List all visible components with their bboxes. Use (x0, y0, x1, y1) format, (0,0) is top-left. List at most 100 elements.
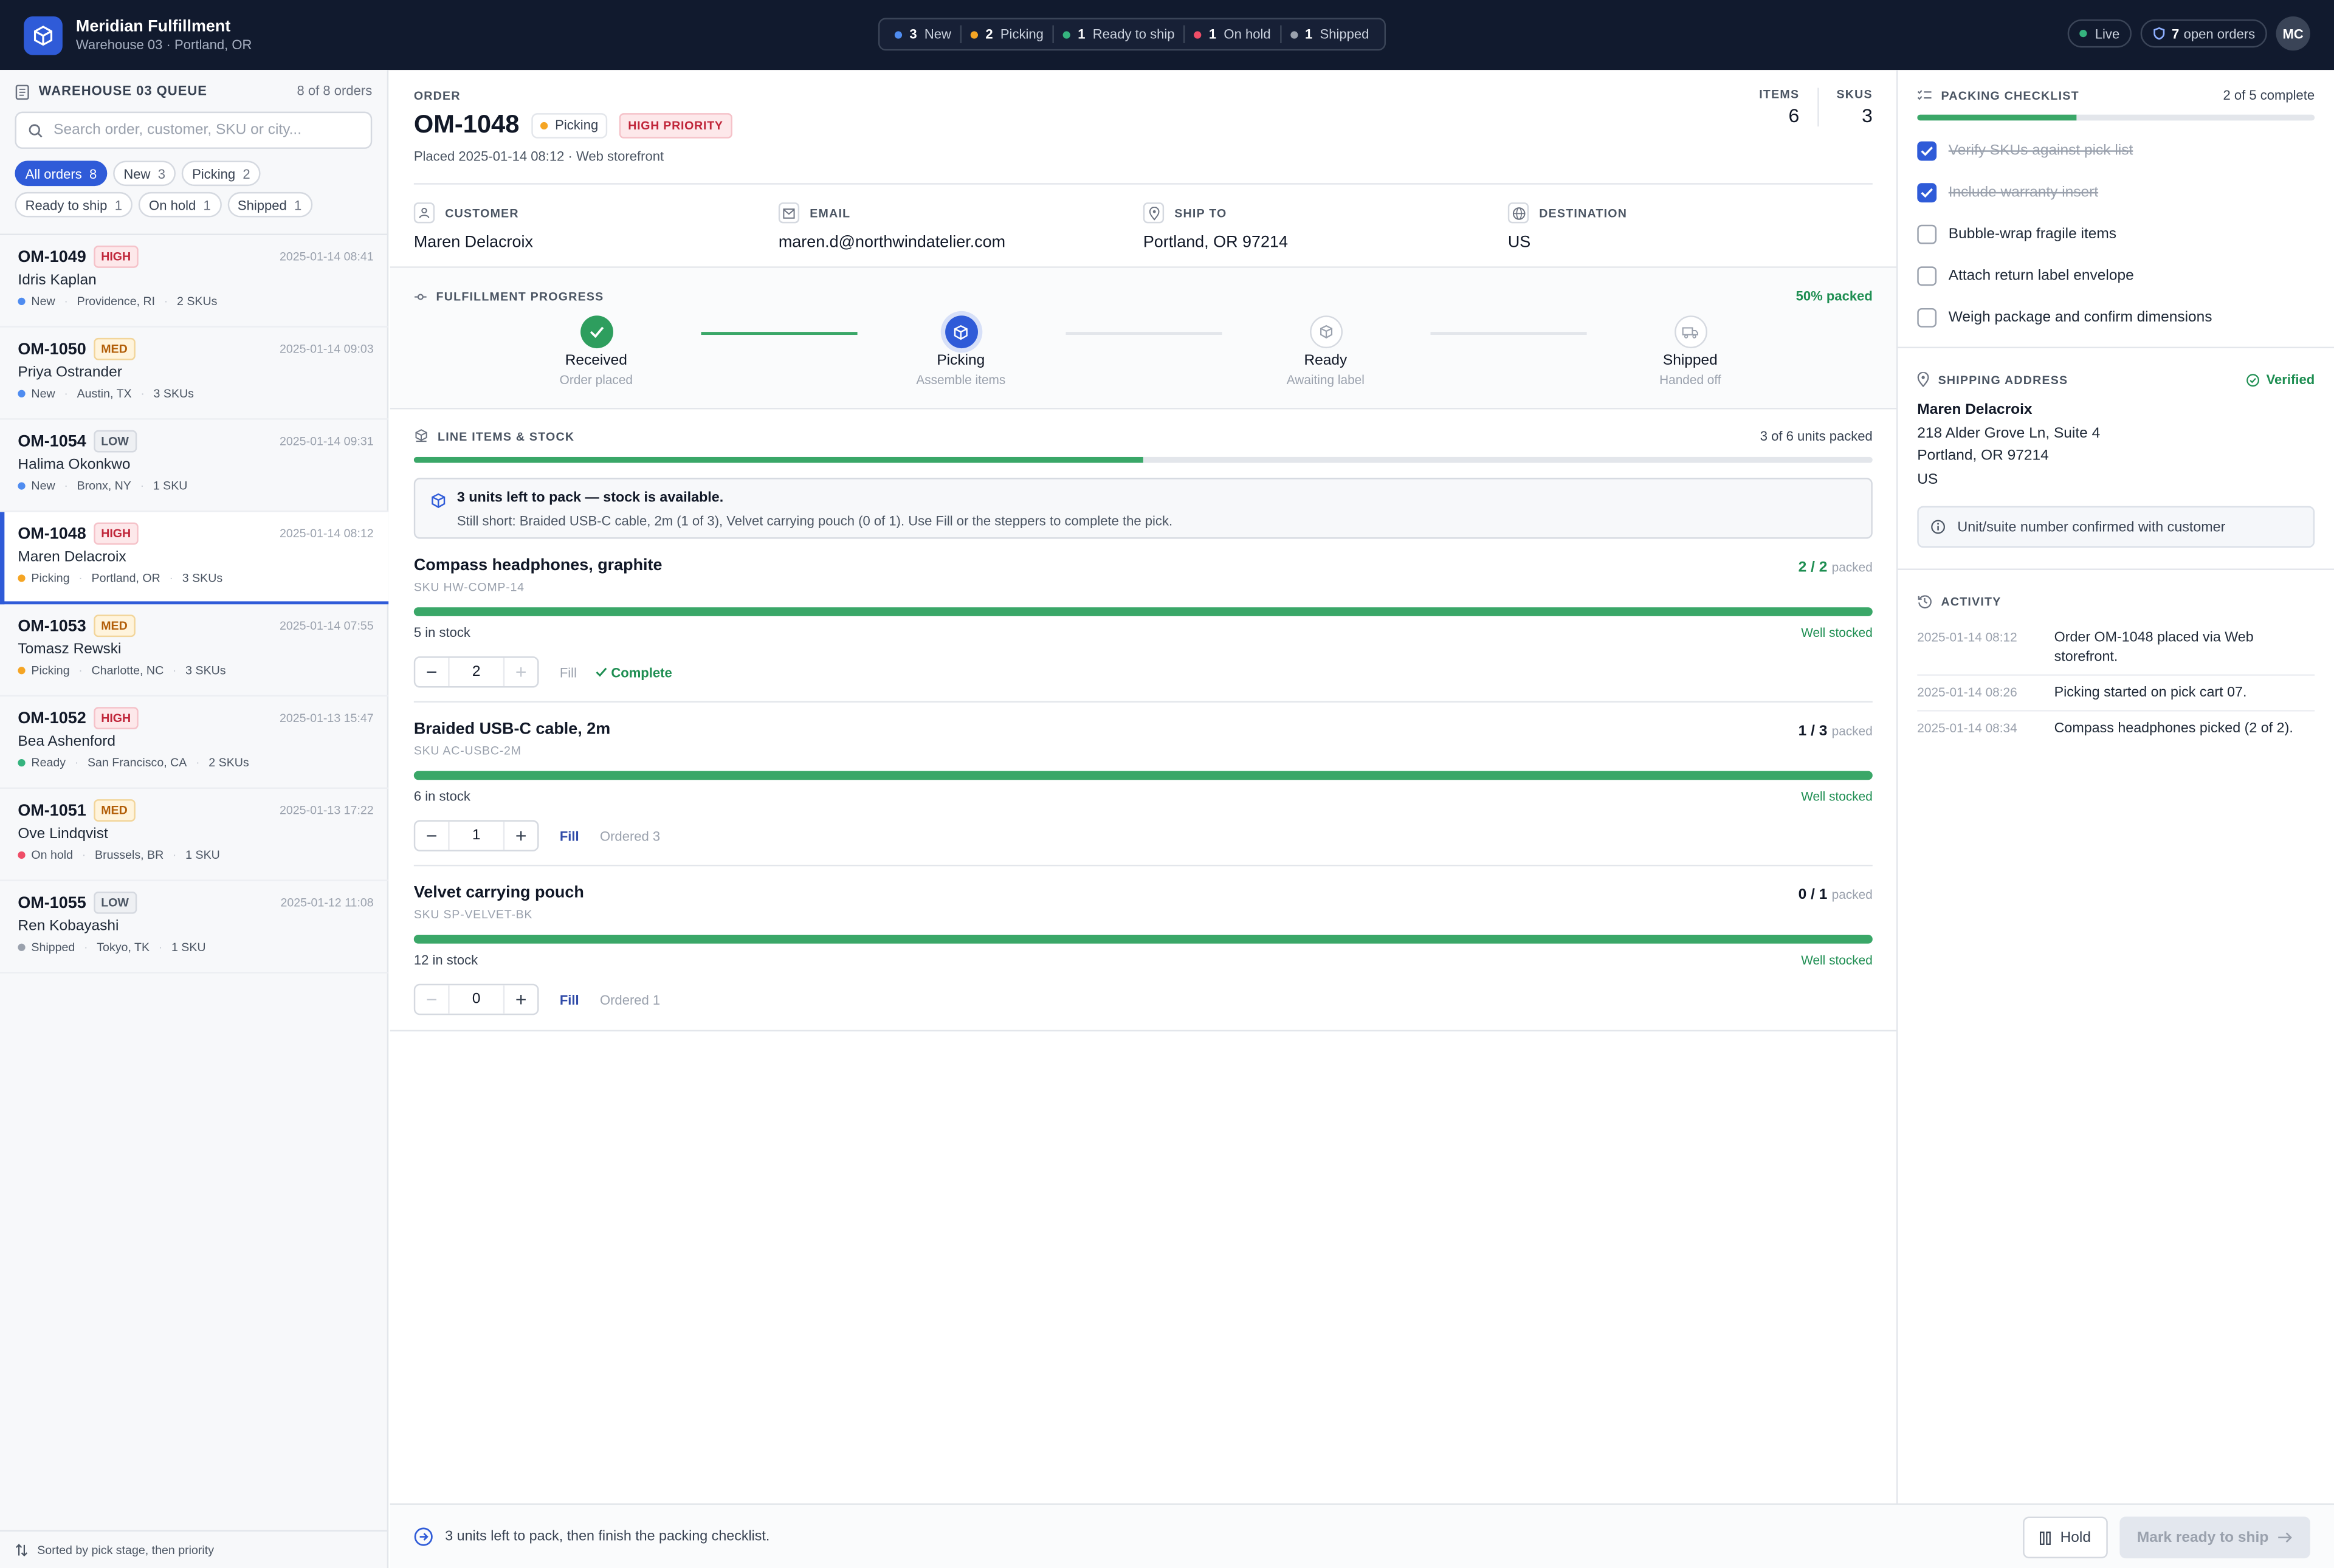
status-chip-shipped[interactable]: 1 Shipped (1281, 26, 1378, 43)
separator: · (84, 940, 88, 954)
checklist-icon (1917, 89, 1932, 100)
status-chip-picking[interactable]: 2 Picking (962, 25, 1055, 44)
checkbox[interactable] (1917, 307, 1937, 327)
filter-shipped[interactable]: Shipped 1 (227, 191, 312, 218)
decrement-button[interactable]: − (415, 822, 448, 850)
order-list-item[interactable]: OM-1054 LOW 2025-01-14 09:31 Halima Okonkwo… (0, 420, 389, 512)
status-count: 1 (1078, 27, 1086, 42)
checkbox[interactable] (1917, 140, 1937, 160)
person-icon (413, 202, 435, 224)
order-list-item[interactable]: OM-1050 MED 2025-01-14 09:03 Priya Ostrande… (0, 328, 389, 420)
filter-on-hold[interactable]: On hold 1 (138, 191, 221, 218)
hold-button[interactable]: Hold (2023, 1516, 2107, 1559)
filter-new[interactable]: New 3 (113, 160, 176, 187)
order-status: Picking (31, 571, 70, 585)
sort-info[interactable]: Sorted by pick stage, then priority (0, 1530, 389, 1568)
skus-label: SKUS (1836, 88, 1873, 101)
quantity-stepper[interactable]: −0 + (413, 983, 539, 1016)
decrement-button[interactable]: − (415, 658, 448, 686)
order-list-item[interactable]: OM-1049 HIGH 2025-01-14 08:41 Idris Kaplan N… (0, 235, 389, 328)
filter-count: 1 (294, 197, 302, 212)
step-subtitle: Order placed (559, 372, 633, 387)
arrow-right-icon (2278, 1532, 2292, 1543)
order-label: ORDER (413, 89, 461, 103)
order-meta: Ready · San Francisco, CA · 2 SKUs (18, 756, 373, 769)
checkbox[interactable] (1917, 182, 1937, 202)
quantity-value: 1 (448, 821, 505, 850)
search-input[interactable]: Search order, customer, SKU or city... (15, 111, 373, 149)
order-time: 2025-01-14 09:31 (279, 435, 374, 449)
item-sku: SKU HW-COMP-14 (413, 580, 525, 594)
status-dot (18, 758, 26, 767)
check-icon (1921, 187, 1933, 197)
fill-button[interactable]: Fill (560, 828, 579, 843)
status-count: 1 (1304, 27, 1313, 42)
order-id: OM-1055 (18, 893, 86, 912)
filter-ready-to-ship[interactable]: Ready to ship 1 (15, 191, 133, 218)
quantity-stepper[interactable]: −1 + (413, 820, 539, 851)
filter-all-orders[interactable]: All orders 8 (15, 160, 108, 187)
status-chip-ready-to-ship[interactable]: 1 Ready to ship (1054, 25, 1185, 44)
notice-subtitle: Still short: Braided USB-C cable, 2m (1 … (456, 513, 1173, 529)
filter-picking[interactable]: Picking 2 (181, 160, 261, 187)
order-skus: 1 SKU (185, 848, 220, 862)
checklist-item[interactable]: Verify SKUs against pick list (1917, 129, 2315, 171)
status-label: Shipped (1320, 27, 1369, 42)
live-label: Live (2095, 26, 2120, 41)
increment-button[interactable]: + (504, 658, 537, 686)
order-skus: 1 SKU (153, 479, 188, 493)
customer-email[interactable]: maren.d@northwindatelier.com (779, 233, 1143, 251)
address-note: Unit/suite number confirmed with custome… (1917, 506, 2315, 548)
order-list-item[interactable]: OM-1051 MED 2025-01-13 17:22 Ove Lindqvist O… (0, 789, 389, 881)
shipping-address-card: SHIPPING ADDRESS Verified Maren Delacroi… (1898, 348, 2334, 570)
order-customer: Bea Ashenford (18, 734, 116, 751)
order-city: Bronx, NY (77, 479, 131, 493)
shipping-title: SHIPPING ADDRESS (1938, 373, 2068, 387)
increment-button[interactable]: + (504, 822, 537, 850)
priority-badge: MED (93, 337, 135, 360)
packing-checklist: PACKING CHECKLIST 2 of 5 complete Verify… (1898, 70, 2334, 349)
checklist-item[interactable]: Attach return label envelope (1917, 255, 2315, 297)
order-list-item[interactable]: OM-1053 MED 2025-01-14 07:55 Tomasz Rewski P… (0, 604, 389, 697)
item-name: Compass headphones, graphite (413, 556, 663, 575)
mark-ready-button[interactable]: Mark ready to ship (2119, 1516, 2310, 1559)
fill-button[interactable]: Fill (560, 664, 577, 679)
status-chip-new[interactable]: 3 New (886, 25, 962, 44)
order-status-label: Picking (555, 117, 599, 132)
status-chip-on-hold[interactable]: 1 On hold (1185, 25, 1281, 44)
checklist-label: Weigh package and confirm dimensions (1948, 309, 2212, 326)
mark-ready-label: Mark ready to ship (2136, 1529, 2269, 1546)
hold-label: Hold (2060, 1529, 2091, 1546)
line-item: Braided USB-C cable, 2m SKU AC-USBC-2M 1 /… (413, 703, 1873, 867)
filter-label: All orders (25, 166, 82, 181)
checklist-item[interactable]: Weigh package and confirm dimensions (1917, 296, 2315, 338)
priority-badge: MED (93, 799, 135, 822)
stock-count: 5 in stock (413, 625, 470, 641)
items-count: 6 (1788, 104, 1800, 127)
checklist-item[interactable]: Include warranty insert (1917, 171, 2315, 213)
order-list-item[interactable]: OM-1055 LOW 2025-01-12 11:08 Ren Kobayashi S… (0, 881, 389, 974)
status-dot (894, 30, 903, 38)
checklist-item[interactable]: Bubble-wrap fragile items (1917, 213, 2315, 255)
order-city: San Francisco, CA (87, 756, 187, 770)
open-orders-badge[interactable]: 7 open orders (2140, 19, 2267, 48)
fill-button[interactable]: Fill (560, 992, 579, 1006)
decrement-button[interactable]: − (415, 985, 448, 1014)
order-meta: New · Providence, RI · 2 SKUs (18, 295, 373, 308)
order-id: OM-1054 (18, 432, 86, 450)
packed-word: packed (1831, 887, 1873, 903)
step-name: Ready (1304, 352, 1348, 370)
quantity-stepper[interactable]: −2 + (413, 656, 539, 688)
units-packed-summary: 3 of 6 units packed (1760, 428, 1873, 444)
user-avatar[interactable]: MC (2276, 16, 2310, 51)
order-list-item[interactable]: OM-1048 HIGH 2025-01-14 08:12 Maren Delacro… (0, 512, 389, 605)
order-list-item[interactable]: OM-1052 HIGH 2025-01-13 15:47 Bea Ashenford… (0, 696, 389, 789)
checkbox[interactable] (1917, 266, 1937, 285)
increment-button[interactable]: + (504, 985, 537, 1014)
separator: · (158, 940, 163, 954)
shipto-value: Portland, OR 97214 (1143, 233, 1288, 252)
search-icon (29, 123, 43, 137)
quantity-value: 0 (448, 985, 505, 1014)
item-sku: SKU SP-VELVET-BK (413, 907, 533, 921)
checkbox[interactable] (1917, 224, 1937, 244)
